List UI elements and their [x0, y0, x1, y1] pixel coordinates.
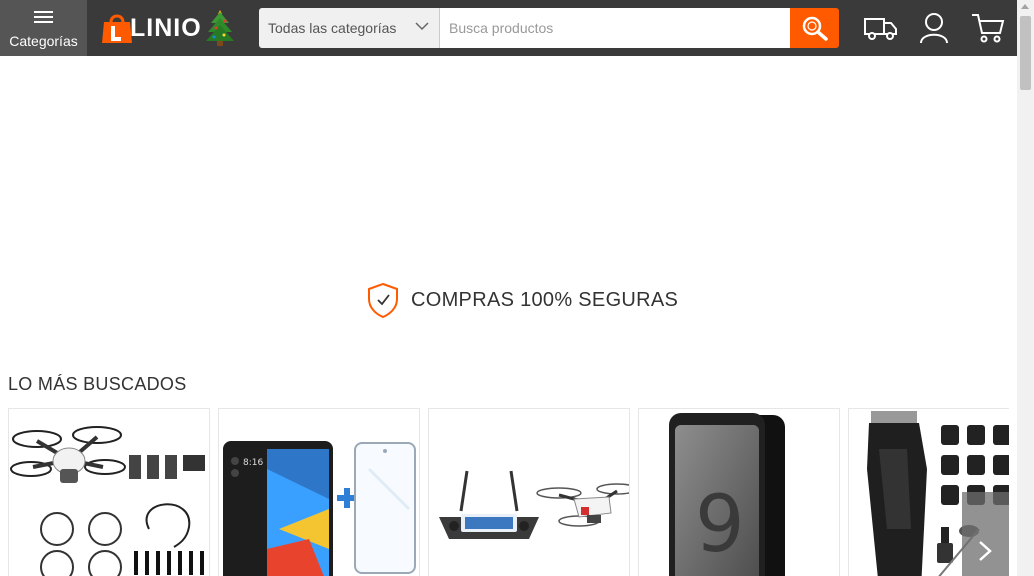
- carousel-next-button[interactable]: [962, 492, 1009, 576]
- product-card[interactable]: [428, 408, 630, 576]
- product-card[interactable]: 9: [638, 408, 840, 576]
- drone-with-controller-image: [439, 470, 629, 539]
- secure-purchase-label: COMPRAS 100% SEGURAS: [411, 289, 679, 311]
- shield-check-icon: [368, 282, 398, 318]
- chevron-down-icon: [415, 22, 429, 31]
- category-dropdown[interactable]: Todas las categorías: [259, 8, 440, 48]
- top-header: Categorías LINIO Todas las categorías: [0, 0, 1017, 56]
- product-carousel: 8:16 9: [8, 408, 1009, 576]
- category-dropdown-value: Todas las categorías: [268, 20, 397, 36]
- scroll-thumb[interactable]: [1020, 16, 1031, 90]
- hamburger-icon: [34, 11, 53, 24]
- svg-text:9: 9: [695, 480, 745, 570]
- logo-text: LINIO: [130, 14, 202, 42]
- search-button[interactable]: [790, 8, 839, 48]
- most-searched-title: LO MÁS BUSCADOS: [8, 374, 187, 394]
- smartphone-with-screen-protector-image: 8:16: [223, 441, 416, 576]
- shopping-bag-logo-icon: [102, 14, 132, 43]
- categories-menu-button[interactable]: Categorías: [0, 0, 87, 56]
- page-scrollbar[interactable]: [1017, 0, 1034, 576]
- truck-icon[interactable]: [863, 10, 899, 46]
- linio-logo[interactable]: LINIO: [100, 10, 201, 46]
- user-icon[interactable]: [916, 10, 952, 46]
- chevron-right-icon: [979, 541, 992, 561]
- scroll-up-arrow-icon[interactable]: [1021, 4, 1029, 9]
- product-card[interactable]: [8, 408, 210, 576]
- christmas-tree-icon: [206, 10, 234, 46]
- drone-kit-image: [10, 426, 205, 576]
- search-bar: Todas las categorías: [259, 8, 839, 48]
- galaxy-s9-phone-image: 9: [669, 413, 785, 576]
- search-icon: [802, 16, 828, 41]
- svg-text:8:16: 8:16: [243, 458, 263, 468]
- product-card[interactable]: 8:16: [218, 408, 420, 576]
- cart-icon[interactable]: [970, 10, 1006, 46]
- categories-label: Categorías: [9, 33, 78, 49]
- search-input[interactable]: [440, 8, 790, 48]
